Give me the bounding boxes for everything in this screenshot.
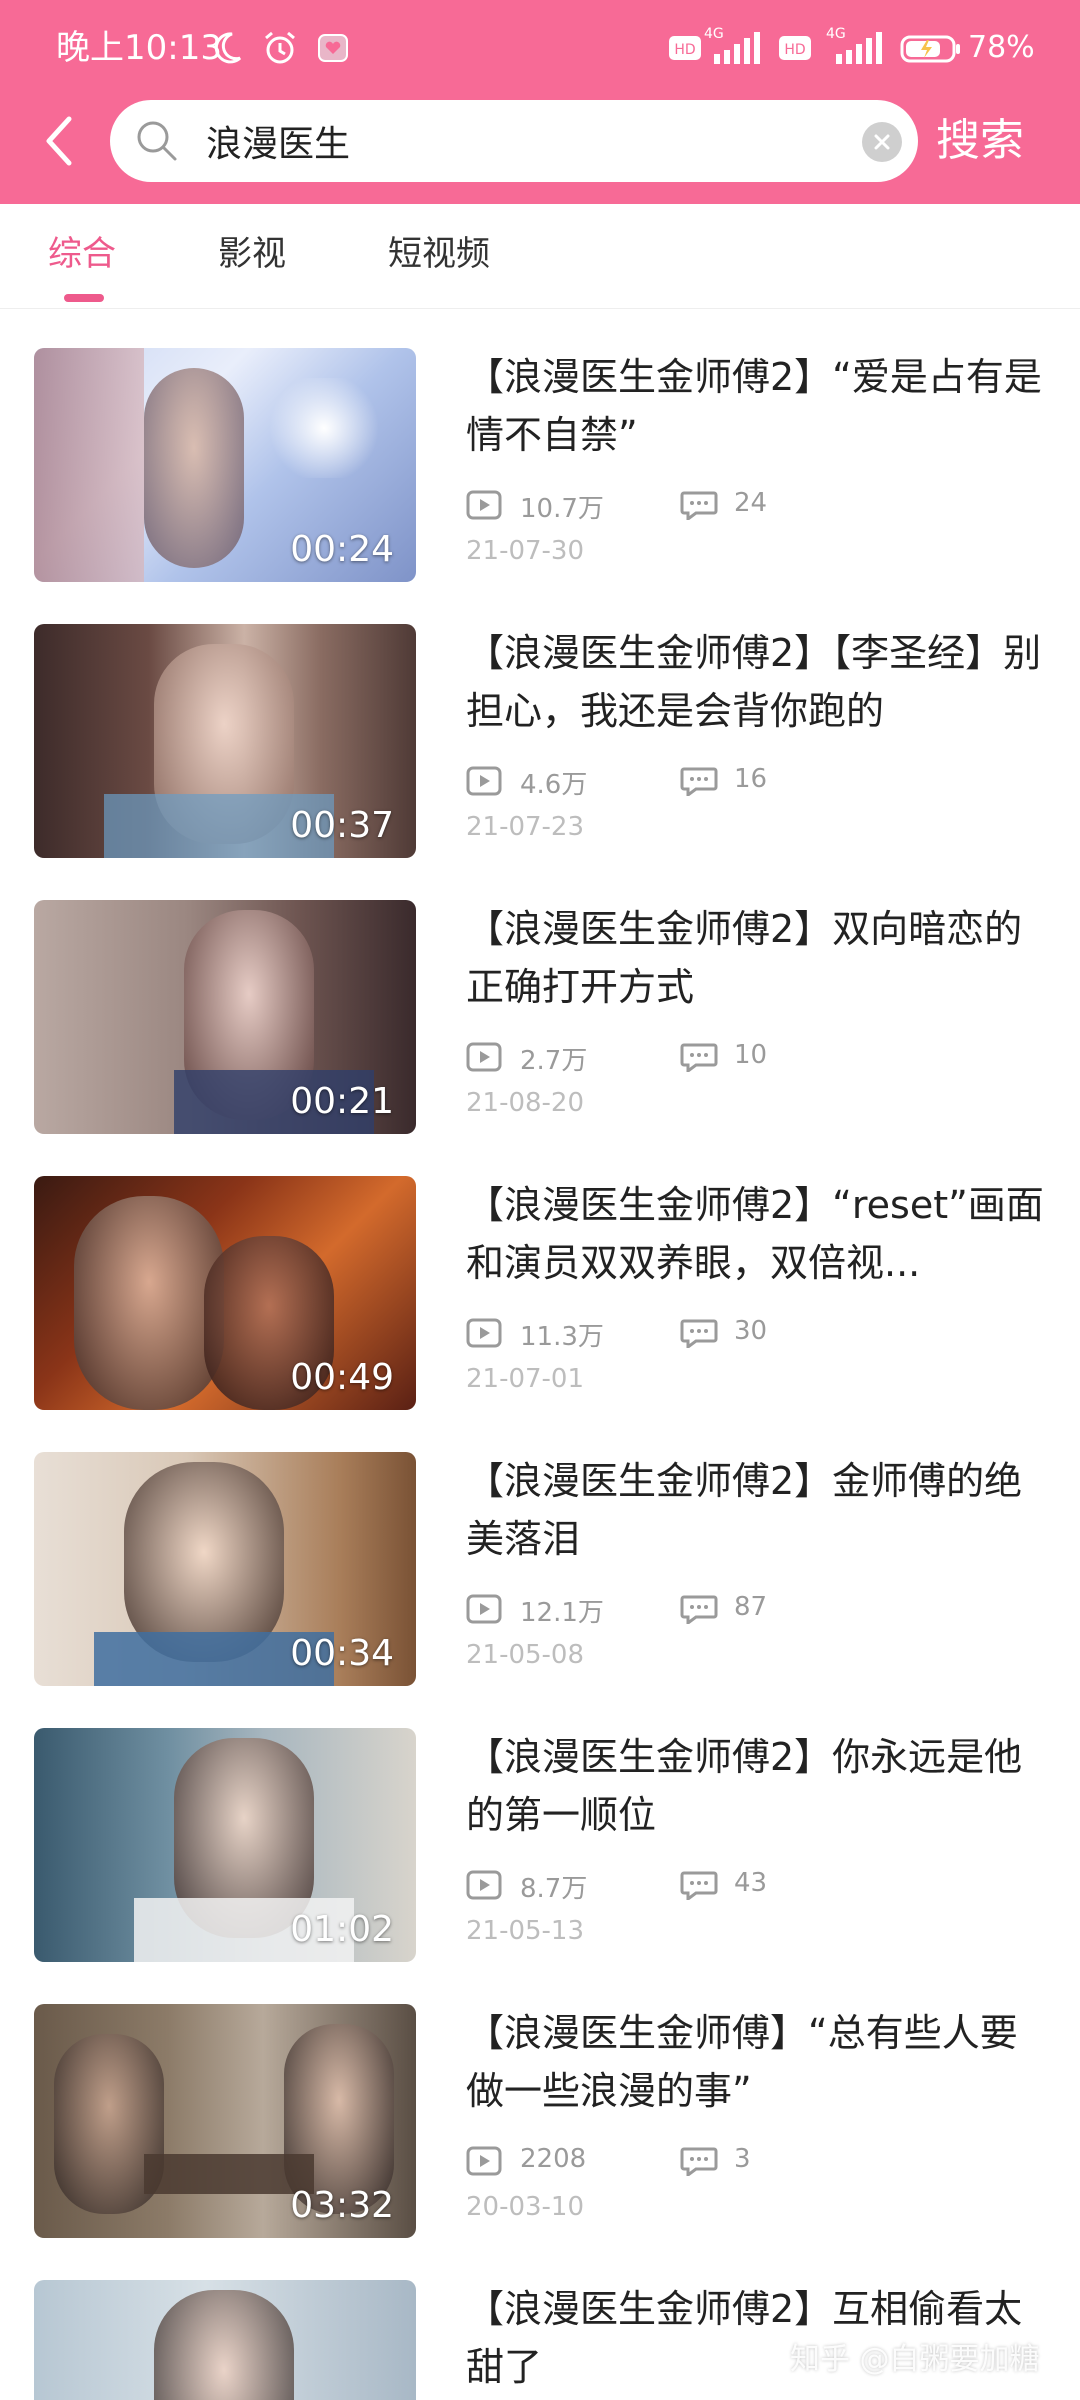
- comment-icon: [680, 767, 718, 796]
- video-title: 【浪漫医生金师傅2】金师傅的绝美落泪: [466, 1459, 1023, 1561]
- video-title: 【浪漫医生金师傅2】双向暗恋的正确打开方式: [466, 907, 1023, 1009]
- tab-active-indicator: [64, 294, 104, 302]
- play-count-icon: [466, 490, 502, 520]
- play-count-icon: [466, 1870, 502, 1900]
- play-count-icon: [466, 1594, 502, 1624]
- view-count: 11.3万: [520, 1322, 604, 1352]
- view-count: 4.6万: [520, 770, 588, 800]
- list-item[interactable]: 00:49 【浪漫医生金师傅2】“reset”画面和演员双双养眼，双倍视... …: [0, 1136, 1080, 1412]
- video-duration: 00:24: [290, 529, 394, 570]
- list-item[interactable]: 00:37 【浪漫医生金师傅2】【李圣经】别担心，我还是会背你跑的 4.6万 1…: [0, 584, 1080, 860]
- status-time: 晚上10:13: [56, 28, 222, 68]
- tab-overview[interactable]: 综合: [48, 232, 116, 276]
- view-count: 8.7万: [520, 1874, 588, 1904]
- battery-icon: [900, 35, 960, 63]
- view-count: 2208: [520, 2144, 587, 2174]
- video-title: 【浪漫医生金师傅2】“爱是占有是情不自禁”: [466, 355, 1042, 457]
- video-thumbnail[interactable]: 00:21: [34, 900, 416, 1134]
- signal-icon: [836, 32, 882, 64]
- comment-count: 24: [734, 488, 768, 518]
- status-bar: 晚上10:13 HD 4G HD 4G 78%: [0, 0, 1080, 98]
- play-count-icon: [466, 1042, 502, 1072]
- chevron-left-icon: [46, 116, 72, 166]
- video-title: 【浪漫医生金师傅2】你永远是他的第一顺位: [466, 1735, 1023, 1837]
- video-title: 【浪漫医生金师傅】“总有些人要做一些浪漫的事”: [466, 2011, 1018, 2113]
- comment-icon: [680, 2147, 718, 2176]
- video-duration: 03:32: [290, 2185, 394, 2226]
- video-thumbnail[interactable]: 00:34: [34, 1452, 416, 1686]
- list-item[interactable]: 00:34 【浪漫医生金师傅2】金师傅的绝美落泪 12.1万 87 21-05-…: [0, 1412, 1080, 1688]
- comment-count: 3: [734, 2144, 751, 2174]
- alarm-icon: [265, 31, 295, 64]
- play-count-icon: [466, 766, 502, 796]
- video-date: 21-05-08: [466, 1640, 585, 1670]
- view-count: 12.1万: [520, 1598, 604, 1628]
- list-item[interactable]: 01:02 【浪漫医生金师傅2】你永远是他的第一顺位 8.7万 43 21-05…: [0, 1688, 1080, 1964]
- video-date: 21-07-01: [466, 1364, 585, 1394]
- video-date: 21-07-30: [466, 536, 585, 566]
- video-date: 20-03-10: [466, 2192, 585, 2222]
- video-duration: 01:02: [290, 1909, 394, 1950]
- moon-icon: [214, 32, 242, 64]
- battery-percentage: 78%: [968, 30, 1035, 65]
- comment-icon: [680, 1595, 718, 1624]
- video-thumbnail[interactable]: 00:37: [34, 624, 416, 858]
- view-count: 10.7万: [520, 494, 604, 524]
- comment-count: 10: [734, 1040, 768, 1070]
- comment-count: 16: [734, 764, 768, 794]
- comment-icon: [680, 1319, 718, 1348]
- hd-icon: HD: [669, 36, 701, 60]
- video-thumbnail[interactable]: 03:32: [34, 2004, 416, 2238]
- video-duration: 00:34: [290, 1633, 394, 1674]
- video-thumbnail[interactable]: [34, 2280, 416, 2400]
- comment-icon: [680, 1871, 718, 1900]
- play-count-icon: [466, 1318, 502, 1348]
- comment-count: 87: [734, 1592, 768, 1622]
- video-title: 【浪漫医生金师傅2】【李圣经】别担心，我还是会背你跑的: [466, 631, 1042, 733]
- shield-icon: [318, 34, 348, 62]
- video-title: 【浪漫医生金师傅2】“reset”画面和演员双双养眼，双倍视...: [466, 1183, 1044, 1285]
- video-thumbnail[interactable]: 00:24: [34, 348, 416, 582]
- video-date: 21-05-13: [466, 1916, 585, 1946]
- search-icon: [137, 121, 177, 161]
- search-submit-button[interactable]: 搜索: [936, 104, 1076, 178]
- watermark: 知乎 @白粥要加糖: [790, 2342, 1040, 2377]
- hd-icon: HD: [779, 36, 811, 60]
- video-thumbnail[interactable]: 00:49: [34, 1176, 416, 1410]
- video-duration: 00:21: [290, 1081, 394, 1122]
- search-box[interactable]: [110, 100, 918, 182]
- list-item[interactable]: 03:32 【浪漫医生金师傅】“总有些人要做一些浪漫的事” 2208 3 20-…: [0, 1964, 1080, 2240]
- video-duration: 00:49: [290, 1357, 394, 1398]
- header: 晚上10:13 HD 4G HD 4G 78% 浪漫医生 搜索: [0, 0, 1080, 204]
- search-results-page: 晚上10:13 HD 4G HD 4G 78% 浪漫医生 搜索 综合 影视 短视…: [0, 0, 1080, 2400]
- list-item[interactable]: 00:24 【浪漫医生金师傅2】“爱是占有是情不自禁” 10.7万 24 21-…: [0, 308, 1080, 584]
- tab-bar: 综合 影视 短视频: [0, 204, 1080, 309]
- list-item[interactable]: 00:21 【浪漫医生金师傅2】双向暗恋的正确打开方式 2.7万 10 21-0…: [0, 860, 1080, 1136]
- clear-search-button[interactable]: [862, 122, 902, 162]
- video-date: 21-07-23: [466, 812, 585, 842]
- tab-short-video[interactable]: 短视频: [388, 232, 490, 276]
- search-input[interactable]: [206, 112, 846, 170]
- back-button[interactable]: [28, 106, 88, 176]
- video-date: 21-08-20: [466, 1088, 585, 1118]
- comment-icon: [680, 491, 718, 520]
- comment-count: 43: [734, 1868, 768, 1898]
- view-count: 2.7万: [520, 1046, 588, 1076]
- comment-icon: [680, 1043, 718, 1072]
- signal-icon: [714, 32, 760, 64]
- tab-film-tv[interactable]: 影视: [218, 232, 286, 276]
- svg-text:HD: HD: [784, 42, 805, 58]
- video-duration: 00:37: [290, 805, 394, 846]
- comment-count: 30: [734, 1316, 768, 1346]
- play-count-icon: [466, 2146, 502, 2176]
- video-thumbnail[interactable]: 01:02: [34, 1728, 416, 1962]
- close-icon: [874, 134, 890, 150]
- svg-text:HD: HD: [674, 42, 695, 58]
